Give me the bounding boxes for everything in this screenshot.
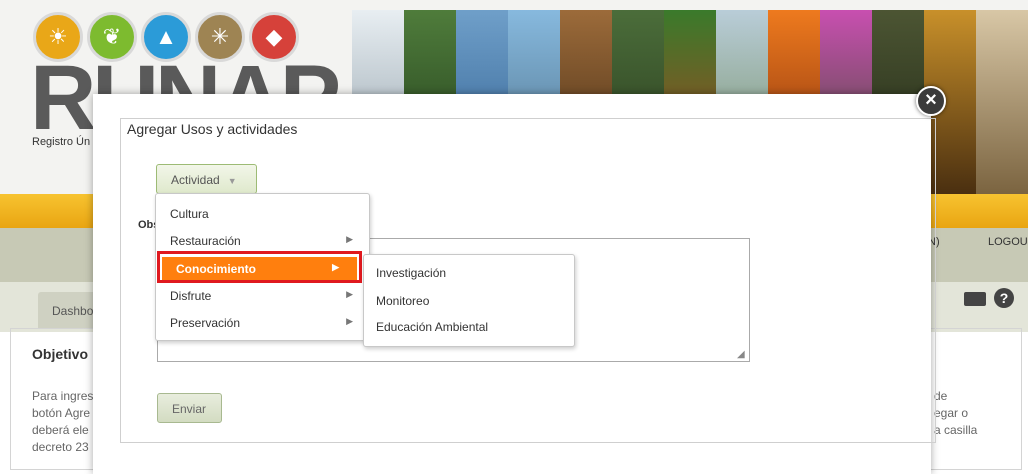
objetivo-line: decreto 23 <box>32 440 89 454</box>
logo-subtitle: Registro Ún <box>32 136 91 148</box>
objetivo-line: egar o <box>934 406 969 420</box>
submenu-item-investigacion[interactable]: Investigación <box>376 266 446 280</box>
objetivo-line: deberá ele <box>32 423 89 437</box>
objetivo-title: Objetivo <box>30 346 91 362</box>
chevron-right-icon: ▶ <box>346 234 353 244</box>
menu-item-label: Restauración <box>170 234 241 248</box>
objetivo-line: a casilla <box>934 423 978 437</box>
objetivo-text-left: Para ingres botón Agre deberá ele decret… <box>32 388 93 456</box>
menu-item-restauracion[interactable]: Restauración ▶ <box>156 229 371 253</box>
submenu-item-educacion-ambiental[interactable]: Educación Ambiental <box>376 320 488 334</box>
chevron-right-icon: ▶ <box>346 289 353 299</box>
menu-item-preservacion[interactable]: Preservación ▶ <box>156 311 371 335</box>
video-camera-icon[interactable] <box>964 292 986 306</box>
menu-item-cultura[interactable]: Cultura <box>156 202 371 226</box>
actividad-label: Actividad <box>171 173 220 187</box>
menu-item-label: Disfrute <box>170 289 212 303</box>
resize-grip-icon[interactable]: ◢ <box>737 350 747 360</box>
enviar-button[interactable]: Enviar <box>157 393 222 423</box>
close-icon[interactable]: × <box>916 86 946 116</box>
objetivo-text-right: de egar o a casilla <box>934 388 977 439</box>
help-icon[interactable]: ? <box>994 288 1014 308</box>
menu-item-label: Preservación <box>170 316 241 330</box>
submenu-item-monitoreo[interactable]: Monitoreo <box>376 294 429 308</box>
fieldset-legend: Agregar Usos y actividades <box>124 121 301 137</box>
caret-down-icon: ▼ <box>227 176 237 186</box>
objetivo-line: de <box>934 389 948 403</box>
selection-highlight-box <box>157 251 362 283</box>
actividad-dropdown-button[interactable]: Actividad ▼ <box>156 164 257 194</box>
logout-link[interactable]: LOGOUT <box>988 236 1028 248</box>
objetivo-line: Para ingres <box>32 389 94 403</box>
menu-item-label: Cultura <box>170 207 209 221</box>
chevron-right-icon: ▶ <box>346 316 353 326</box>
conocimiento-submenu: Investigación Monitoreo Educación Ambien… <box>363 254 575 347</box>
objetivo-line: botón Agre <box>32 406 91 420</box>
menu-item-disfrute[interactable]: Disfrute ▶ <box>156 284 371 308</box>
